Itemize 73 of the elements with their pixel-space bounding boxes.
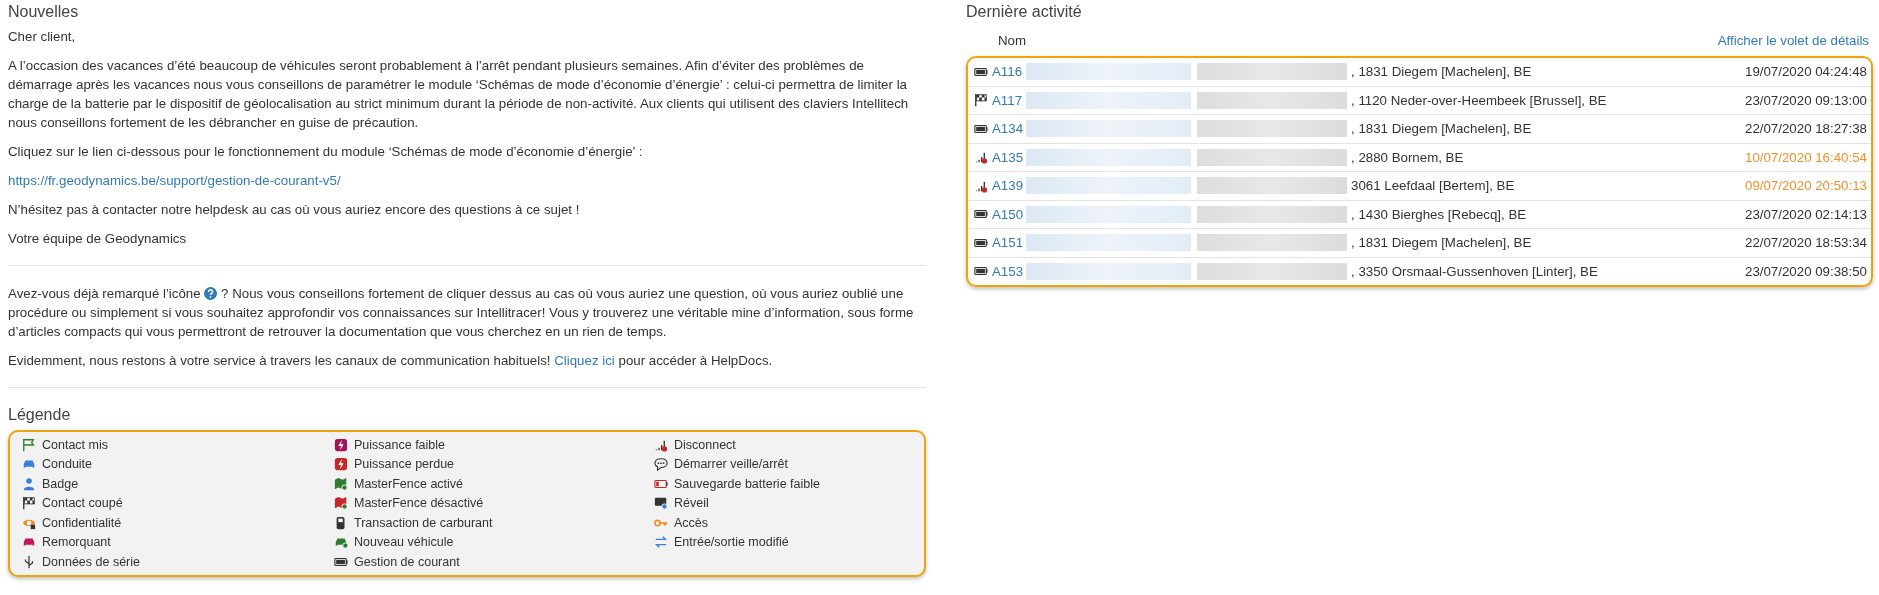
vehicle-link[interactable]: A139 xyxy=(992,178,1022,194)
flag-icon xyxy=(22,437,36,452)
section-title: Nouvelles xyxy=(8,3,80,21)
address: 3061 Leefdaal [Bertem], BE xyxy=(1351,178,1516,194)
service-paragraph: Evidemment, nous restons à votre service à travers les canaux de communication habituels! Cliquez ici pour accéder à HelpDocs. xyxy=(8,352,774,370)
vehicle-link[interactable]: A135 xyxy=(992,149,1022,165)
address: , 1120 Neder-over-Heembeek [Brussel], BE xyxy=(1351,92,1608,108)
fuel-pump-icon xyxy=(334,515,348,530)
timestamp: 23/07/2020 09:13:00 xyxy=(1745,92,1867,108)
legend-label: Puissance faible xyxy=(354,437,446,452)
vehicle-link[interactable]: A150 xyxy=(992,206,1022,222)
details-link[interactable]: Afficher le volet de détails xyxy=(1717,33,1869,48)
address: , 1831 Diegem [Machelen], BE xyxy=(1351,235,1533,251)
legend-label: Démarrer veille/arrêt xyxy=(674,457,788,472)
column-header: Nom xyxy=(998,33,1027,48)
map-icon xyxy=(334,476,348,491)
legend-label: Disconnect xyxy=(674,437,736,452)
checkered-flag-icon xyxy=(974,93,988,108)
address: , 1430 Bierghes [Rebecq], BE xyxy=(1351,206,1528,222)
legend-label: Transaction de carburant xyxy=(354,515,493,530)
news-paragraph: Cliquez sur le lien ci-dessous pour le fonctionnement du module ‘Schémas de mode d’économie d’énergie’ : xyxy=(8,143,644,161)
timestamp: 23/07/2020 02:14:13 xyxy=(1745,206,1867,222)
vehicle-link[interactable]: A153 xyxy=(992,263,1022,279)
vehicle-link[interactable]: A134 xyxy=(992,121,1022,137)
vehicle-link[interactable]: A151 xyxy=(992,235,1022,251)
legend-label: Contact mis xyxy=(42,437,108,452)
legend-label: Accès xyxy=(674,515,709,530)
news-paragraph: N’hésitez pas à contacter notre helpdesk au cas où vous auriez encore des questions à ce sujet ! xyxy=(8,201,581,219)
bolt-icon xyxy=(334,457,348,472)
vehicle-link[interactable]: A117 xyxy=(992,92,1022,108)
signature: Votre équipe de Geodynamics xyxy=(8,230,188,248)
monitor-icon xyxy=(654,496,668,511)
legend-label: Puissance perdue xyxy=(354,457,455,472)
legend-label: Conduite xyxy=(42,457,93,472)
bolt-icon xyxy=(334,437,348,452)
address: , 1831 Diegem [Machelen], BE xyxy=(1351,64,1533,80)
timestamp: 10/07/2020 16:40:54 xyxy=(1745,149,1867,165)
timestamp: 19/07/2020 04:24:48 xyxy=(1745,64,1867,80)
person-icon xyxy=(22,476,36,491)
legend-label: Nouveau véhicule xyxy=(354,535,454,550)
support-link[interactable]: https://fr.geodynamics.be/support/gestion-de-courant-v5/ xyxy=(8,173,341,188)
section-title: Légende xyxy=(8,406,72,424)
legend-label: Gestion de courant xyxy=(354,554,460,569)
legend-label: MasterFence activé xyxy=(354,476,464,491)
arrows-icon xyxy=(654,535,668,550)
legend-label: Contact coupé xyxy=(42,496,123,511)
timestamp: 22/07/2020 18:53:34 xyxy=(1745,235,1867,251)
map-icon xyxy=(334,496,348,511)
address: , 1831 Diegem [Machelen], BE xyxy=(1351,121,1533,137)
section-title: Dernière activité xyxy=(966,3,1083,21)
greeting: Cher client, xyxy=(8,28,77,46)
usb-icon xyxy=(22,554,36,569)
legend-label: Confidentialité xyxy=(42,515,122,530)
chat-bubble-icon xyxy=(654,457,668,472)
help-paragraph: Avez-vous déjà remarqué l’icône ? Nous vous conseillons fortement de cliquer dessus au cas où vous auriez une question, où vous auriez oublié une procédure ou simplement si vous souhaitez approfondir vos connaissances sur Intellitracer! Vous y trouverez une véritable mine d’information, sous forme d’articles compacts qui vous permettront de retrouver la documentation que vous cherchez en un rien de temps. xyxy=(8,285,915,341)
address: , 3350 Orsmaal-Gussenhoven [Linter], BE xyxy=(1351,263,1599,279)
address: , 2880 Bornem, BE xyxy=(1351,149,1465,165)
signal-icon xyxy=(974,150,988,165)
legend-label: Sauvegarde batterie faible xyxy=(674,476,820,491)
vehicle-link[interactable]: A116 xyxy=(992,64,1022,80)
legend-label: Badge xyxy=(42,476,79,491)
help-icon xyxy=(204,287,218,300)
timestamp: 09/07/2020 20:50:13 xyxy=(1745,178,1867,194)
legend-label: Données de série xyxy=(42,554,140,569)
timestamp: 22/07/2020 18:27:38 xyxy=(1745,121,1867,137)
helpdocs-link[interactable]: Cliquez ici xyxy=(554,353,615,368)
legend-label: Remorquant xyxy=(42,535,111,550)
timestamp: 23/07/2020 09:38:50 xyxy=(1745,263,1867,279)
checkered-flag-icon xyxy=(22,496,36,511)
legend-label: Entrée/sortie modifié xyxy=(674,535,789,550)
legend-label: MasterFence désactivé xyxy=(354,496,484,511)
legend-label: Réveil xyxy=(674,496,709,511)
news-paragraph: A l’occasion des vacances d’été beaucoup de véhicules seront probablement à l’arrêt pendant plusieurs semaines. Afin d’éviter des problèmes de démarrage après les vacances nous vous conseillons de paramétrer le module ‘Schémas de mode d’économie d’énergie’ : celui-ci permettra de limiter la charge de la batterie par le dispositif de géolocalisation au strict minimum durant la période de non-activité. Aux clients qui utilisent des claviers Intellitech nous conseillons fortement de les débrancher en guise de précaution. xyxy=(8,57,910,132)
